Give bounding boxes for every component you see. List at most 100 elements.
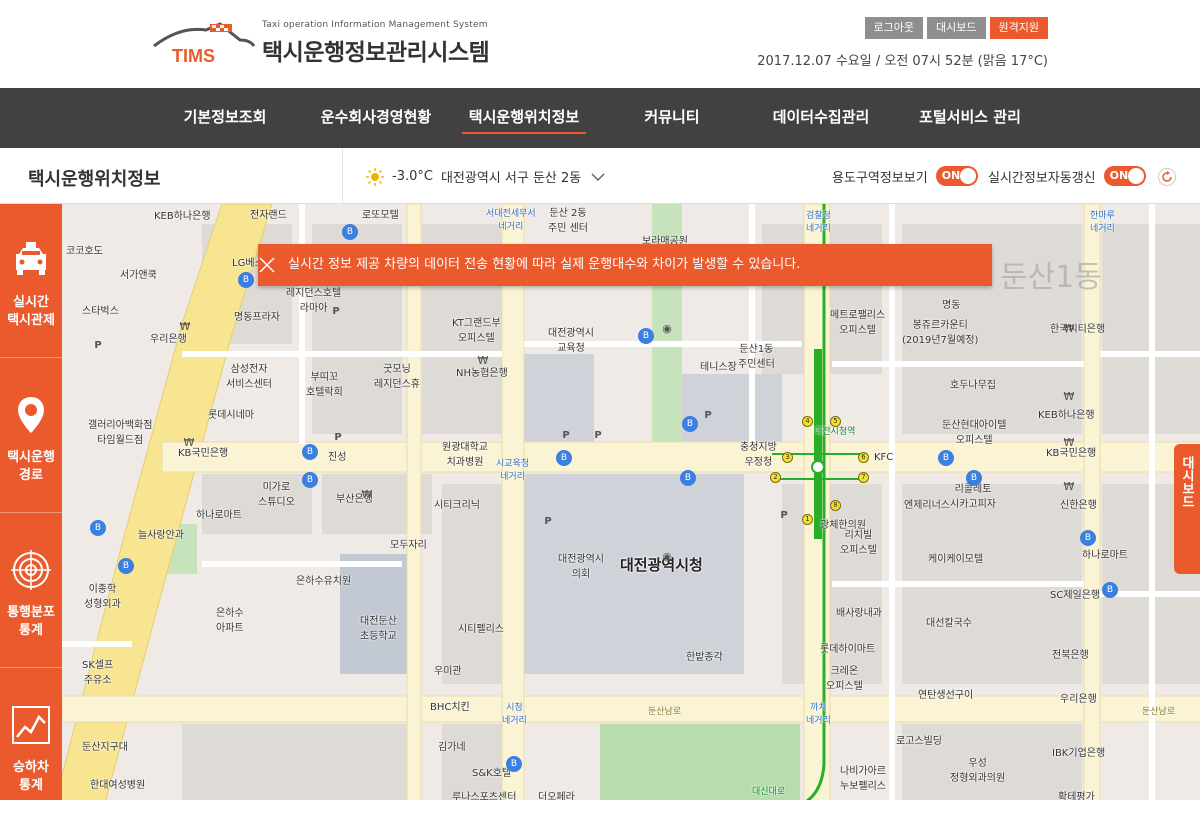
map-poi-label: 진성 <box>328 452 347 463</box>
dashboard-side-tab[interactable]: 대시보드 <box>1174 444 1200 574</box>
chart-icon <box>12 706 50 744</box>
bank-icon: ₩ <box>1063 390 1075 403</box>
map-poi-label: 연탄생선구이 <box>918 690 974 701</box>
tims-logo[interactable]: TIMS <box>150 18 260 68</box>
map-poi-label: 메트로팰리스 오피스텔 <box>830 310 886 336</box>
bus-stop-icon[interactable]: B <box>302 444 318 460</box>
site-title: 택시운행정보관리시스템 <box>262 40 490 66</box>
refresh-icon <box>1162 171 1172 182</box>
map-poi-label: 김가네 <box>438 742 466 753</box>
sidebar-item-distribution-stats[interactable]: 통행분포 통계 <box>0 514 62 668</box>
map-poi-label: 시티크리닉 <box>434 500 480 511</box>
nav-portal-service[interactable]: 포털서비스 관리 <box>906 88 1034 148</box>
map-poi-label: 코코호도 <box>66 246 103 257</box>
dashboard-button[interactable]: 대시보드 <box>927 17 986 39</box>
map-poi-label: 한대여성병원 <box>90 780 146 791</box>
bus-stop-icon[interactable]: B <box>1102 582 1118 598</box>
map-poi-label: 검찰청 네거리 <box>806 211 831 234</box>
main-nav: 기본정보조회 운수회사경영현황 택시운행위치정보 커뮤니티 데이터수집관리 포털… <box>0 88 1200 148</box>
weather-location-selector[interactable]: -3.0°C 대전광역시 서구 둔산 2동 <box>366 167 605 186</box>
nav-basic-info[interactable]: 기본정보조회 <box>168 88 282 148</box>
refresh-button[interactable] <box>1158 168 1176 186</box>
close-icon[interactable] <box>258 256 276 274</box>
subway-exit-1-icon: 1 <box>802 514 813 525</box>
bank-icon: ₩ <box>1063 436 1075 449</box>
sidebar-item-label: 택시운행 경로 <box>7 450 55 483</box>
map-poi-label: 대신대로 <box>752 787 786 797</box>
map-poi-label: 대선칼국수 <box>926 618 972 629</box>
zoning-toggle[interactable]: ON <box>935 166 978 186</box>
map-poi-label: SK셀프 주유소 <box>82 660 114 686</box>
sidebar-item-route[interactable]: 택시운행 경로 <box>0 359 62 513</box>
nav-company-management[interactable]: 운수회사경영현황 <box>308 88 444 148</box>
bus-stop-icon[interactable]: B <box>682 416 698 432</box>
sidebar-item-label: 실시간 택시관제 <box>7 295 55 328</box>
map-poi-label: 둔산지구대 <box>82 742 128 753</box>
map-poi-label: 우리은행 <box>1060 694 1097 705</box>
sidebar-item-realtime-control[interactable]: 실시간 택시관제 <box>0 204 62 358</box>
map-poi-label: 배사랑내과 <box>836 608 882 619</box>
map-poi-label: 더오페라 <box>538 792 575 800</box>
bus-stop-icon[interactable]: B <box>302 472 318 488</box>
taxi-icon <box>16 242 46 275</box>
location-pin-icon <box>18 397 44 433</box>
map-poi-label: 로또모텔 <box>362 210 399 221</box>
map-poi-label: 이종학 성형외과 <box>84 584 121 610</box>
parking-icon: P <box>332 306 340 317</box>
bank-icon: ₩ <box>477 354 489 367</box>
left-sidebar: 실시간 택시관제 택시운행 경로 통행분포 통계 승하차 통계 <box>0 204 62 800</box>
logo-subtitle: Taxi operation Information Management Sy… <box>262 20 488 30</box>
map-poi-label: 엔제리너스 <box>904 500 950 511</box>
bus-stop-icon[interactable]: B <box>238 272 254 288</box>
auto-refresh-state: ON <box>1109 169 1129 182</box>
bus-stop-icon[interactable]: B <box>680 470 696 486</box>
logout-button[interactable]: 로그아웃 <box>864 17 924 39</box>
bus-stop-icon[interactable]: B <box>342 224 358 240</box>
bus-stop-icon[interactable]: B <box>118 558 134 574</box>
sun-icon <box>366 167 384 186</box>
map-poi-label: 둔산1동 주민센터 <box>738 344 775 370</box>
map-poi-label: 은하수 아파트 <box>216 608 244 634</box>
map-view[interactable]: 둔산1동 대전광역시청 KEB하나은행 전자랜드 로또모텔 서대전세무서 네거리… <box>62 204 1200 800</box>
bus-stop-icon[interactable]: B <box>966 470 982 486</box>
dashboard-tab-label: 대시보드 <box>1179 456 1194 508</box>
map-poi-label: 우성 정형외과의원 <box>950 758 1006 784</box>
bus-stop-icon[interactable]: B <box>638 328 654 344</box>
community-center-icon[interactable]: ◉ <box>660 322 674 336</box>
map-poi-label: S&K호텔 <box>472 768 512 779</box>
map-poi-label: 확테평가 <box>1058 792 1095 800</box>
auto-refresh-toggle[interactable]: ON <box>1103 166 1146 186</box>
bus-stop-icon[interactable]: B <box>938 450 954 466</box>
bank-icon: ₩ <box>183 436 195 449</box>
nav-taxi-location[interactable]: 택시운행위치정보 <box>462 88 586 148</box>
parking-icon: P <box>704 410 712 421</box>
map-poi-label: 삼성전자 서비스센터 <box>226 364 272 390</box>
road-label: 둔산남로 <box>648 707 682 717</box>
map-poi-label: KT그랜드부 오피스텔 <box>452 318 501 344</box>
map-poi-label: 봉쥬르카운티 (2019년7월예정) <box>902 320 979 346</box>
parking-icon: P <box>94 340 102 351</box>
remote-support-button[interactable]: 원격지원 <box>989 17 1048 39</box>
map-poi-label: 케이케이모텔 <box>928 554 984 565</box>
nav-data-collection[interactable]: 데이터수집관리 <box>758 88 884 148</box>
bus-stop-icon[interactable]: B <box>506 756 522 772</box>
map-poi-label: 시티펠리스 <box>458 624 504 635</box>
nav-community[interactable]: 커뮤니티 <box>630 88 714 148</box>
map-poi-label: 대전광역시 의회 <box>558 554 604 580</box>
map-poi-label: 미가로 스튜디오 <box>258 482 295 508</box>
sub-header: 택시운행위치정보 -3.0°C 대전광역시 서구 둔산 2동 용도구역정보보기 … <box>0 148 1200 204</box>
parking-icon: P <box>562 430 570 441</box>
bus-stop-icon[interactable]: B <box>1080 530 1096 546</box>
map-poi-label: 시청 네거리 <box>502 703 527 726</box>
parking-icon: P <box>544 516 552 527</box>
map-poi-label: KEB하나은행 <box>154 211 211 222</box>
bus-stop-icon[interactable]: B <box>556 450 572 466</box>
map-poi-label: 호두나무집 <box>950 380 996 391</box>
map-poi-label: 둔산 2동 주민 센터 <box>548 208 588 234</box>
map-poi-label: IBK기업은행 <box>1052 748 1106 759</box>
city-hall-marker-icon[interactable]: ◉ <box>660 550 674 564</box>
map-poi-label: 명동 <box>942 300 961 311</box>
bus-stop-icon[interactable]: B <box>90 520 106 536</box>
toggle-knob <box>1127 168 1144 184</box>
map-poi-label: 우미관 <box>434 666 462 677</box>
